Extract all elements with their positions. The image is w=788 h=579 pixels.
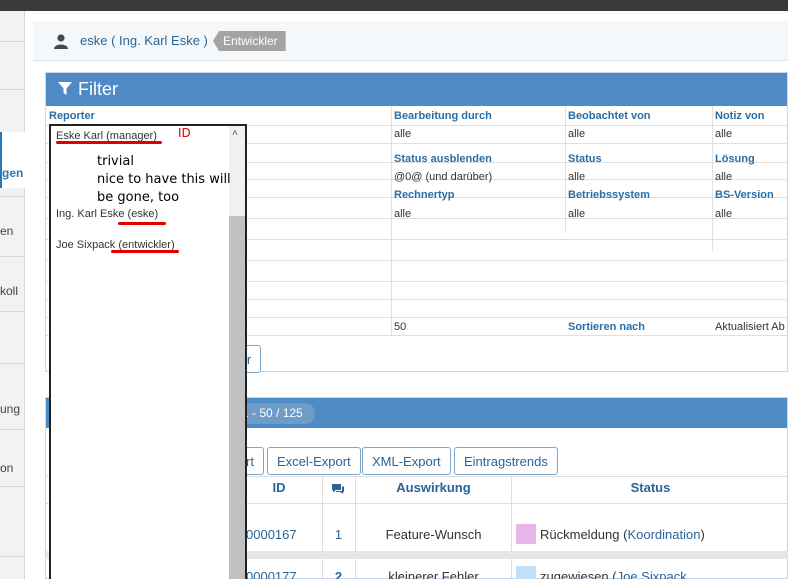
reporter-option-id: (eske) — [127, 208, 159, 220]
annotation-note: trivial nice to have this will be gone, … — [97, 153, 231, 207]
impact-value: Feature-Wunsch — [385, 527, 482, 542]
filter-value-platform: alle — [394, 208, 412, 220]
filter-value-note-by: alle — [715, 128, 733, 140]
filter-value-os-version: alle — [715, 208, 733, 220]
filter-value-monitored: alle — [568, 128, 586, 140]
excel-export-button[interactable]: Excel-Export — [267, 447, 361, 475]
status-text: zugewiesen — [540, 569, 609, 579]
filter-label-os-version[interactable]: BS-Version — [715, 189, 774, 201]
filter-col-line — [565, 106, 566, 233]
notes-icon[interactable] — [331, 483, 345, 495]
filter-col-line — [712, 106, 713, 251]
breadcrumb: eske ( Ing. Karl Eske ) Entwickler — [33, 21, 788, 61]
notes-count[interactable]: 1 — [322, 527, 355, 542]
filter-label-os[interactable]: Betriebssystem — [568, 189, 650, 201]
sidebar-item[interactable]: koll — [0, 284, 25, 298]
handler-link[interactable]: Koordination — [627, 527, 700, 542]
column-header-id[interactable]: ID — [236, 480, 322, 495]
annotation-underline — [118, 222, 166, 225]
sidebar-divider — [0, 363, 25, 364]
filter-label-platform[interactable]: Rechnertyp — [394, 189, 455, 201]
sidebar-divider — [0, 256, 25, 257]
scroll-up-icon[interactable]: ˄ — [232, 128, 238, 139]
filter-label-hide-status[interactable]: Status ausblenden — [394, 153, 492, 165]
filter-label-handler[interactable]: Bearbeitung durch — [394, 110, 492, 122]
filter-title: Filter — [78, 79, 118, 99]
status-cell: Rückmeldung (Koordination) — [516, 524, 705, 544]
sidebar-divider — [0, 556, 25, 557]
filter-header[interactable]: Filter — [46, 73, 787, 106]
sidebar-item[interactable]: en — [0, 224, 25, 238]
status-cell: zugewiesen (Joe Sixpack — [516, 566, 687, 579]
reporter-option-name: Joe Sixpack — [56, 239, 119, 251]
user-icon — [54, 34, 68, 49]
impact-value: kleinerer Fehler — [388, 569, 479, 579]
scrollbar-thumb[interactable] — [229, 216, 245, 579]
reporter-option[interactable]: Ing. Karl Eske (eske) — [56, 208, 158, 220]
filter-label-note-by[interactable]: Notiz von — [715, 110, 765, 122]
sidebar-divider — [0, 486, 25, 487]
role-badge: Entwickler — [213, 31, 286, 51]
sidebar: gen en koll ung on — [0, 11, 25, 579]
dropdown-scrollbar[interactable]: ˄ — [229, 126, 245, 579]
sidebar-divider — [0, 196, 25, 197]
sidebar-item-active[interactable]: gen — [0, 132, 25, 188]
filter-value-per-page: 50 — [394, 321, 407, 333]
pagination-range: 1 - 50 / 125 — [236, 403, 315, 424]
filter-label-reporter[interactable]: Reporter — [49, 110, 95, 122]
notes-count[interactable]: 2 — [322, 569, 355, 579]
sidebar-divider — [0, 429, 25, 430]
filter-value-status: alle — [568, 171, 586, 183]
filter-value-resolution: alle — [715, 171, 733, 183]
current-user-link[interactable]: eske ( Ing. Karl Eske ) — [80, 33, 208, 48]
filter-label-sort[interactable]: Sortieren nach — [568, 321, 645, 333]
sidebar-item[interactable]: ung — [0, 402, 25, 416]
annotation-id-label: ID — [178, 126, 191, 140]
filter-value-sort: Aktualisiert Ab — [715, 321, 785, 333]
window-top-bar — [0, 0, 788, 11]
reporter-option-name: Ing. Karl Eske — [56, 208, 128, 220]
handler-link[interactable]: Joe Sixpack — [617, 569, 687, 579]
filter-value-hide-status: @0@ (und darüber) — [394, 171, 493, 183]
annotation-underline — [56, 141, 162, 144]
filter-value-handler: alle — [394, 128, 412, 140]
annotation-line: nice to have this will — [97, 172, 231, 187]
issue-id-link[interactable]: 0000167 — [246, 527, 297, 542]
filter-value-os: alle — [568, 208, 586, 220]
sidebar-item[interactable]: on — [0, 461, 25, 475]
filter-icon — [58, 82, 72, 95]
filter-col-line — [391, 106, 392, 335]
issue-trends-button[interactable]: Eintragstrends — [454, 447, 558, 475]
sidebar-divider — [0, 311, 25, 312]
issue-id-link[interactable]: 0000177 — [246, 569, 297, 579]
sidebar-divider — [0, 41, 25, 42]
filter-label-resolution[interactable]: Lösung — [715, 153, 755, 165]
annotation-line: be gone, too — [97, 190, 180, 205]
status-text: Rückmeldung — [540, 527, 620, 542]
xml-export-button[interactable]: XML-Export — [362, 447, 451, 475]
status-color-swatch — [516, 566, 536, 579]
column-header-impact[interactable]: Auswirkung — [356, 480, 511, 495]
status-color-swatch — [516, 524, 536, 544]
annotation-line: trivial — [97, 154, 134, 169]
filter-label-monitored[interactable]: Beobachtet von — [568, 110, 651, 122]
filter-label-status[interactable]: Status — [568, 153, 602, 165]
column-header-status[interactable]: Status — [512, 480, 788, 495]
sidebar-divider — [0, 89, 25, 90]
annotation-underline — [111, 250, 179, 253]
